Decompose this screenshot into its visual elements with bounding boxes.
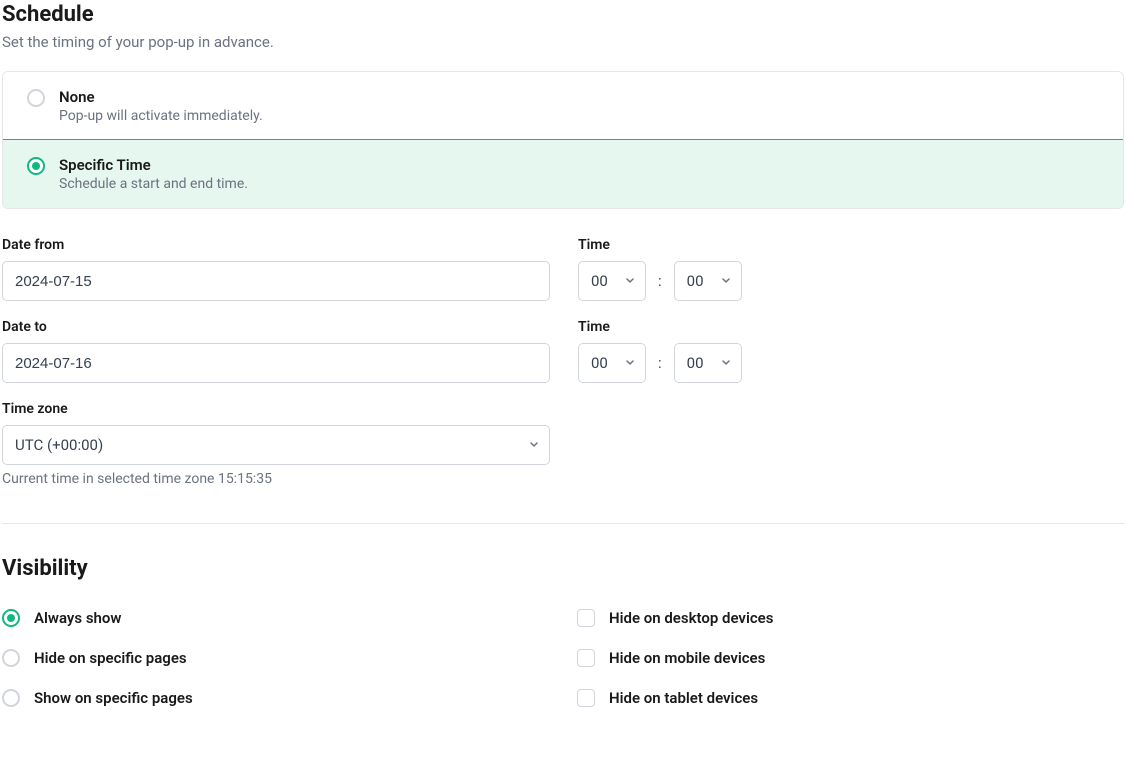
visibility-check-tablet[interactable]: Hide on tablet devices [577, 689, 1124, 707]
schedule-title: Schedule [2, 2, 1124, 27]
visibility-show-pages-label: Show on specific pages [34, 689, 193, 707]
time-from-hour-value: 00 [591, 272, 608, 290]
checkbox-icon [577, 649, 595, 667]
radio-icon [2, 609, 20, 627]
visibility-desktop-label: Hide on desktop devices [609, 609, 773, 627]
visibility-always-label: Always show [34, 609, 121, 627]
time-separator: : [658, 354, 662, 372]
timezone-select[interactable]: UTC (+00:00) [2, 425, 550, 465]
schedule-mode-group: None Pop-up will activate immediately. S… [2, 71, 1124, 209]
visibility-title: Visibility [2, 556, 1124, 581]
time-to-label: Time [578, 319, 1124, 335]
radio-icon [27, 157, 45, 175]
date-from-input[interactable] [2, 261, 550, 301]
time-from-label: Time [578, 237, 1124, 253]
option-specific-title: Specific Time [59, 156, 1099, 174]
visibility-option-always[interactable]: Always show [2, 609, 549, 627]
date-from-label: Date from [2, 237, 550, 253]
visibility-mobile-label: Hide on mobile devices [609, 649, 765, 667]
visibility-check-mobile[interactable]: Hide on mobile devices [577, 649, 1124, 667]
option-none-sub: Pop-up will activate immediately. [59, 108, 1099, 124]
section-divider [2, 523, 1124, 524]
option-specific-sub: Schedule a start and end time. [59, 176, 1099, 192]
visibility-hide-pages-label: Hide on specific pages [34, 649, 187, 667]
time-to-hour-select[interactable]: 00 [578, 343, 646, 383]
date-to-input[interactable] [2, 343, 550, 383]
time-separator: : [658, 272, 662, 290]
timezone-current-time: Current time in selected time zone 15:15… [2, 471, 1124, 487]
time-to-minute-select[interactable]: 00 [674, 343, 742, 383]
timezone-label: Time zone [2, 401, 1124, 417]
timezone-value: UTC (+00:00) [15, 436, 103, 454]
visibility-tablet-label: Hide on tablet devices [609, 689, 758, 707]
radio-icon [2, 649, 20, 667]
date-to-label: Date to [2, 319, 550, 335]
visibility-option-show-pages[interactable]: Show on specific pages [2, 689, 549, 707]
time-to-hour-value: 00 [591, 354, 608, 372]
time-from-minute-value: 00 [687, 272, 704, 290]
schedule-option-none[interactable]: None Pop-up will activate immediately. [3, 72, 1123, 140]
checkbox-icon [577, 609, 595, 627]
schedule-option-specific[interactable]: Specific Time Schedule a start and end t… [2, 139, 1124, 209]
radio-icon [27, 89, 45, 107]
option-none-title: None [59, 88, 1099, 106]
visibility-check-desktop[interactable]: Hide on desktop devices [577, 609, 1124, 627]
time-to-minute-value: 00 [687, 354, 704, 372]
time-from-minute-select[interactable]: 00 [674, 261, 742, 301]
radio-icon [2, 689, 20, 707]
time-from-hour-select[interactable]: 00 [578, 261, 646, 301]
checkbox-icon [577, 689, 595, 707]
schedule-description: Set the timing of your pop-up in advance… [2, 33, 1124, 51]
visibility-option-hide-pages[interactable]: Hide on specific pages [2, 649, 549, 667]
